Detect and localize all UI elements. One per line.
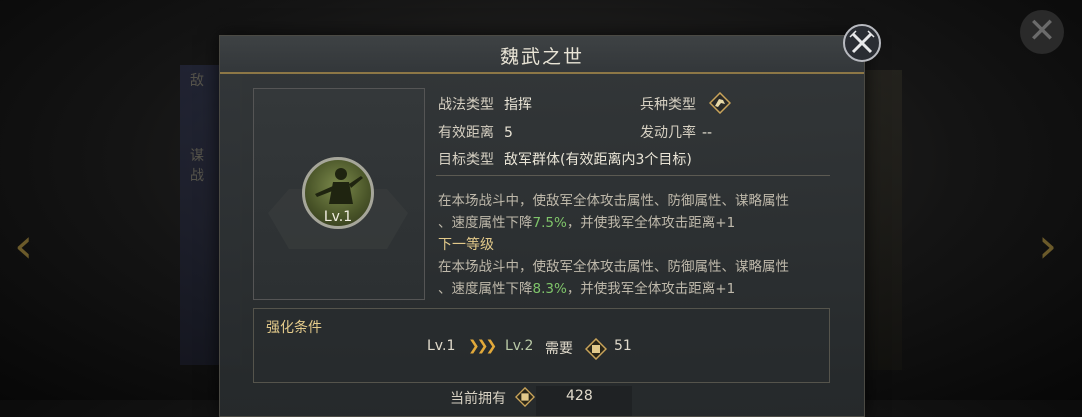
troop-type-label: 兵种类型	[640, 97, 696, 113]
next-effect-line1: 在本场战斗中，使敌军全体攻击属性、防御属性、谋略属性	[438, 259, 789, 275]
range-value: 5	[504, 125, 513, 141]
owned-resource-icon	[514, 386, 537, 409]
owned-amount: 428	[566, 388, 593, 404]
background-close-icon[interactable]: ✕	[1020, 10, 1064, 54]
next-arrow-icon[interactable]: ›	[1038, 222, 1057, 270]
range-row: 有效距离 5	[438, 122, 513, 142]
need-amount: 51	[614, 338, 632, 354]
dialog-title: 魏武之世	[499, 46, 584, 68]
next-effect-text: ，并使我军全体攻击距离+1	[566, 281, 736, 297]
troop-type-row: 兵种类型	[640, 94, 696, 114]
background-text: 谋	[190, 148, 204, 164]
portrait-level: Lv.1	[323, 209, 353, 225]
owned-label: 当前拥有	[450, 391, 506, 407]
resource-icon	[584, 337, 608, 361]
next-effect-value: 8.3%	[532, 281, 567, 297]
tactic-type-value: 指挥	[504, 97, 532, 113]
background-text: 战	[190, 168, 204, 184]
prev-arrow-icon[interactable]: ‹	[14, 222, 33, 270]
current-effect-text: 、速度属性下降	[438, 215, 533, 231]
trigger-rate-row: 发动几率 --	[640, 122, 712, 142]
target-type-value: 敌军群体(有效距离内3个目标)	[504, 152, 692, 168]
close-button[interactable]	[843, 24, 881, 62]
next-effect-description: 在本场战斗中，使敌军全体攻击属性、防御属性、谋略属性 、速度属性下降8.3%，并…	[438, 256, 838, 300]
next-effect-line2: 、速度属性下降8.3%，并使我军全体攻击距离+1	[438, 278, 838, 300]
upgrade-requirement-row: Lv.1 ❯❯❯ Lv.2 需要 51	[254, 337, 829, 361]
upgrade-condition-box: 强化条件 Lv.1 ❯❯❯ Lv.2 需要 51	[253, 308, 830, 383]
need-label: 需要	[545, 341, 573, 357]
dialog-header: 魏武之世	[220, 36, 864, 74]
close-icon	[849, 30, 875, 54]
upgrade-condition-title: 强化条件	[266, 320, 322, 336]
trigger-rate-value: --	[702, 125, 713, 141]
target-type-row: 目标类型 敌军群体(有效距离内3个目标)	[438, 149, 692, 169]
current-effect-description: 在本场战斗中，使敌军全体攻击属性、防御属性、谋略属性 、速度属性下降7.5%，并…	[438, 190, 838, 234]
warrior-icon	[315, 168, 363, 204]
range-label: 有效距离	[438, 125, 494, 141]
current-effect-line2: 、速度属性下降7.5%，并使我军全体攻击距离+1	[438, 212, 838, 234]
tactic-type-label: 战法类型	[438, 97, 494, 113]
from-level: Lv.1	[427, 338, 456, 354]
current-effect-line1: 在本场战斗中，使敌军全体攻击属性、防御属性、谋略属性	[438, 193, 789, 209]
background-right-panel	[862, 70, 902, 370]
next-level-title: 下一等级	[438, 237, 494, 253]
chevron-arrows-icon: ❯❯❯	[468, 338, 497, 354]
tactic-detail-dialog: 魏武之世 Lv.1 战法类型 指挥 兵种类型 有效距离 5 发动几率 -- 目标…	[219, 24, 881, 417]
troop-type-icon	[708, 91, 732, 115]
trigger-rate-label: 发动几率	[640, 125, 696, 141]
to-level: Lv.2	[505, 338, 534, 354]
current-effect-text: ，并使我军全体攻击距离+1	[566, 215, 736, 231]
tactic-type-row: 战法类型 指挥	[438, 94, 532, 114]
background-text: 敌	[190, 73, 204, 89]
tactic-portrait-frame: Lv.1	[253, 88, 425, 300]
next-effect-text: 、速度属性下降	[438, 281, 533, 297]
target-type-label: 目标类型	[438, 152, 494, 168]
tactic-portrait: Lv.1	[302, 157, 374, 229]
divider	[436, 175, 830, 176]
current-effect-value: 7.5%	[532, 215, 567, 231]
